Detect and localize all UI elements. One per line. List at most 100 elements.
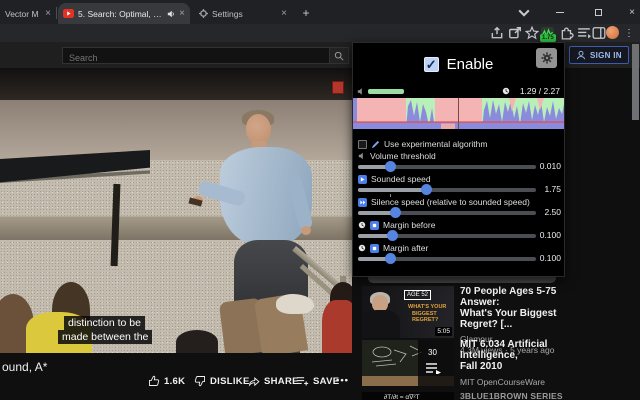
thumb-man-torso [362,310,400,338]
recommended-thumbnail-1[interactable]: AGE 52 WHAT'S YOUR BIGGEST REGRET? 5:05 [362,286,454,338]
thumbs-down-icon [194,375,206,387]
slider-value: 1.75 [544,184,561,194]
window-close-button[interactable]: × [624,4,640,20]
slider-value: 0.100 [540,230,561,240]
browser-tab-strip: Vector M × 5. Search: Optimal, Branch a … [0,0,640,24]
tab-settings[interactable]: Settings × [194,3,292,24]
recommended-thumbnail-3[interactable]: ∂T/∂t = α∇²T [362,392,454,400]
silence-speed-slider[interactable] [358,211,536,215]
thumb-overlay-text: WHAT'S YOUR [408,304,446,310]
search-input[interactable] [63,51,329,66]
tab-close-icon[interactable]: × [179,8,185,19]
video-title[interactable]: MIT 6.034 Artificial Intelligence, [460,339,564,361]
video-title[interactable]: What's Your Biggest Regret? [... [460,308,564,330]
side-panel-icon[interactable] [592,26,606,40]
professor-head [246,114,271,144]
caption-line: made between the [58,330,152,344]
share-arrow-icon [248,375,260,387]
browser-menu-icon[interactable]: ⋮ [622,26,636,40]
tab-separator [56,7,57,19]
tab-active-video[interactable]: 5. Search: Optimal, Branch a × [58,3,190,24]
like-button[interactable]: 1.6K [148,375,185,387]
share-button[interactable]: SHARE [248,375,299,387]
video-title[interactable]: 70 People Ages 5-75 Answer: [460,286,564,308]
clock-icon [502,87,510,95]
plastic-bag [276,294,314,314]
video-player[interactable]: distinction to be made between the [0,68,352,353]
recommended-details-2[interactable]: MIT 6.034 Artificial Intelligence, Fall … [460,339,564,387]
maximize-button[interactable] [590,4,606,20]
series-label[interactable]: 3BLUE1BROWN SERIES S4 E2 [460,391,570,400]
dislike-button[interactable]: DISLIKE [194,375,250,387]
slider-value: 2.50 [544,207,561,217]
slider-thumb[interactable] [421,184,432,195]
margin-before-slider[interactable] [358,234,536,238]
profile-avatar[interactable] [606,26,619,39]
thumb-formula-text: ∂T/∂t = α∇²T [384,393,420,400]
like-count: 1.6K [164,376,185,387]
enable-label: Enable [447,56,494,73]
video-scene-wall [0,100,352,160]
bookmark-star-icon[interactable] [525,26,539,40]
volume-waveform-chart[interactable] [353,98,564,134]
time-ratio: 1.29 / 2.27 [520,86,560,96]
slider-thumb[interactable] [387,230,398,241]
video-title[interactable]: Fall 2010 [460,361,564,372]
slider-thumb[interactable] [385,161,396,172]
fast-forward-icon [358,198,367,207]
margin-after-control: Margin after 0.100 [358,243,561,265]
send-icon[interactable] [508,26,522,40]
tab-search-chevron-icon[interactable] [516,4,532,20]
slider-thumb[interactable] [385,253,396,264]
jumpcutter-popup: ✓ Enable 1.29 / 2.27 [352,42,565,277]
enable-checkbox[interactable]: ✓ [424,57,439,72]
sign-in-button[interactable]: SIGN IN [569,46,629,64]
clock-icon [358,221,366,229]
queue-list-icon[interactable] [577,26,591,40]
more-actions-button[interactable]: ••• [336,375,349,386]
sounded-speed-slider[interactable] [358,188,536,192]
enable-row: ✓ Enable [353,56,564,73]
margin-before-control: Margin before 0.100 [358,220,561,242]
recommended-thumbnail-2[interactable]: 30 [362,340,454,386]
margin-icon [370,244,379,253]
tab-vector[interactable]: Vector M × [0,3,56,24]
save-button[interactable]: SAVE [296,375,339,387]
video-title-partial: ound, A* [2,360,47,374]
sign-in-label: SIGN IN [590,51,622,60]
slider-thumb[interactable] [390,207,401,218]
thumb-age-badge: AGE 52 [404,290,431,300]
page-scrollbar[interactable] [632,44,639,120]
silence-speed-control: Silence speed (relative to sounded speed… [358,197,561,219]
thumb-overlay-text: BIGGEST REGRET? [412,311,454,323]
slider-label: Volume threshold [370,151,436,161]
volume-meter-bar [368,89,404,94]
speaker-icon [358,152,366,160]
extension-speed-badge: 1.75 [540,34,556,42]
pencil-icon [371,140,380,149]
clock-icon [358,244,366,252]
search-box [62,47,330,64]
share-icon[interactable] [490,26,504,40]
channel-name[interactable]: MIT OpenCourseWare [460,377,564,387]
tab-close-icon[interactable]: × [281,8,287,19]
search-icon [334,51,344,61]
screen: Vector M × 5. Search: Optimal, Branch a … [0,0,640,400]
tab-audio-icon[interactable] [167,10,175,18]
tab-close-icon[interactable]: × [45,8,51,19]
video-scene-upper-wall [0,68,352,100]
slider-label: Margin before [383,220,435,230]
video-scene-fire-alarm [332,81,344,94]
extensions-puzzle-icon[interactable] [560,26,574,40]
professor-right-hand [301,226,311,235]
slider-value: 0.100 [540,253,561,263]
experimental-row: Use experimental algorithm [358,139,487,149]
volume-threshold-slider[interactable] [358,165,536,169]
volume-meter-row: 1.29 / 2.27 [357,86,562,96]
student-head [176,330,218,353]
new-tab-button[interactable]: + [298,5,314,21]
minimize-button[interactable] [552,4,568,20]
search-button[interactable] [330,47,349,64]
margin-after-slider[interactable] [358,257,536,261]
experimental-checkbox[interactable] [358,140,367,149]
